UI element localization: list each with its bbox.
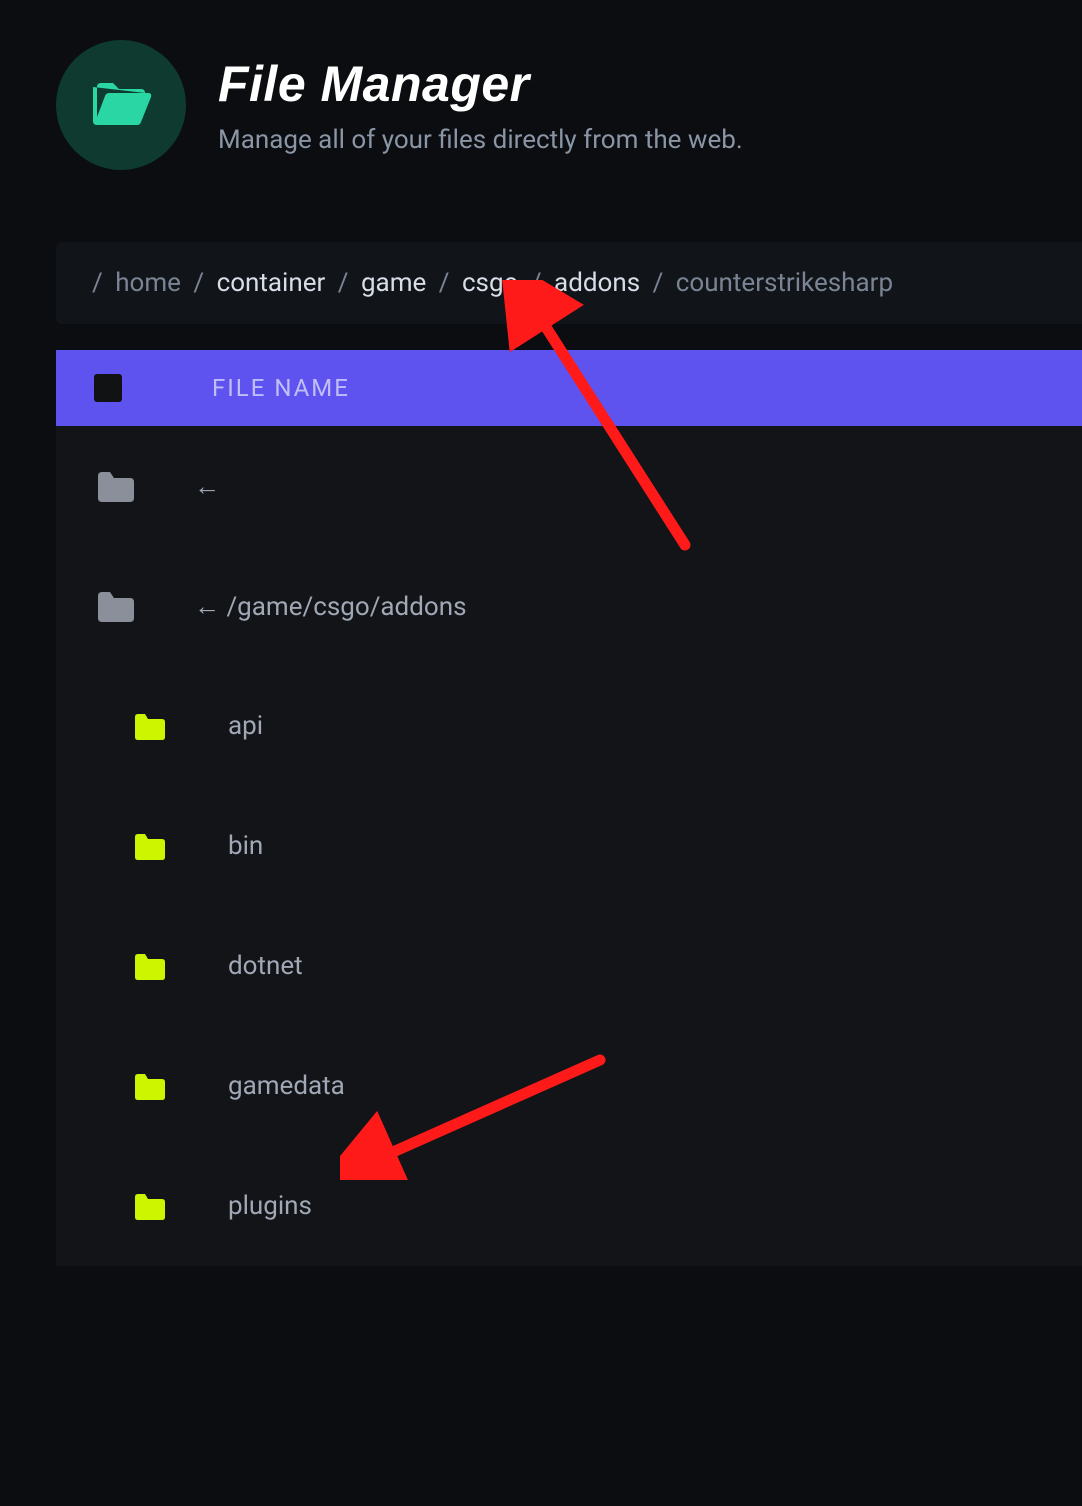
parent-path-row[interactable]: ← /game/csgo/addons	[56, 546, 1082, 666]
page-header: File Manager Manage all of your files di…	[0, 40, 1082, 170]
parent-path-label: ← /game/csgo/addons	[194, 591, 467, 622]
breadcrumb-separator: /	[338, 268, 349, 298]
folder-icon	[128, 952, 170, 980]
breadcrumb-item-container[interactable]: container	[217, 268, 326, 298]
folder-open-icon	[89, 71, 153, 139]
breadcrumb-separator: /	[531, 268, 542, 298]
breadcrumb-item-addons[interactable]: addons	[554, 268, 640, 298]
folder-icon	[94, 470, 136, 502]
folder-row-gamedata[interactable]: gamedata	[56, 1026, 1082, 1146]
folder-icon	[128, 1072, 170, 1100]
folder-row-bin[interactable]: bin	[56, 786, 1082, 906]
folder-label: bin	[228, 831, 263, 861]
breadcrumb-item-current: counterstrikesharp	[676, 268, 893, 298]
folder-icon	[128, 832, 170, 860]
column-header-filename: FILE NAME	[212, 374, 350, 402]
back-arrow-icon: ←	[194, 471, 220, 502]
breadcrumb-item-csgo[interactable]: csgo	[462, 268, 518, 298]
page-title: File Manager	[218, 55, 743, 113]
breadcrumb-separator: /	[193, 268, 204, 298]
folder-label: api	[228, 711, 263, 741]
breadcrumb-separator: /	[653, 268, 664, 298]
folder-row-dotnet[interactable]: dotnet	[56, 906, 1082, 1026]
file-list: ← ← /game/csgo/addons api bin	[56, 426, 1082, 1266]
folder-row-api[interactable]: api	[56, 666, 1082, 786]
folder-label: gamedata	[228, 1071, 345, 1101]
folder-label: dotnet	[228, 951, 303, 981]
breadcrumb-item-home[interactable]: home	[115, 268, 181, 298]
breadcrumb: / home / container / game / csgo / addon…	[56, 242, 1082, 324]
folder-label: plugins	[228, 1191, 312, 1221]
folder-icon	[128, 712, 170, 740]
header-icon-circle	[56, 40, 186, 170]
page-subtitle: Manage all of your files directly from t…	[218, 125, 743, 155]
up-directory-row[interactable]: ←	[56, 426, 1082, 546]
breadcrumb-item-game[interactable]: game	[361, 268, 426, 298]
folder-row-plugins[interactable]: plugins	[56, 1146, 1082, 1266]
breadcrumb-separator: /	[92, 268, 103, 298]
folder-icon	[94, 590, 136, 622]
breadcrumb-separator: /	[439, 268, 450, 298]
folder-icon	[128, 1192, 170, 1220]
select-all-checkbox[interactable]	[94, 374, 122, 402]
table-header: FILE NAME	[56, 350, 1082, 426]
